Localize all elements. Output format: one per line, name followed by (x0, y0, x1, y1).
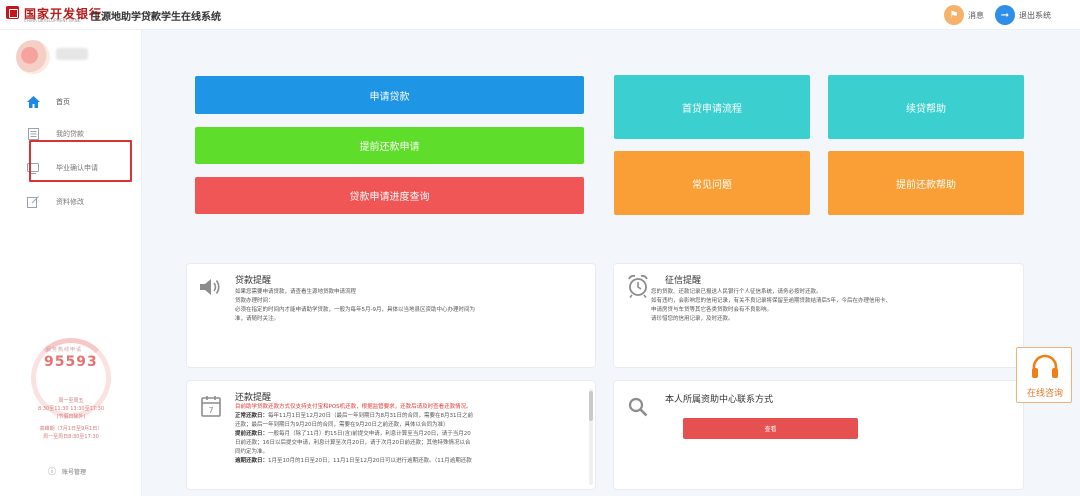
sidebar-item-home[interactable]: 首页 (26, 92, 136, 112)
card-line: 日前还款；16日以后提交申请，利息计算至次月20日，请于次月20日前还款；其他特… (235, 440, 471, 446)
logout-icon: ➞ (995, 5, 1015, 25)
service-hours-line: 高峰期（7月1日至9月1日） (39, 426, 103, 432)
account-management-link[interactable]: ⓘ 账号管理 (48, 466, 86, 477)
apply-loan-button[interactable]: 申请贷款 (195, 76, 584, 114)
faq-button[interactable]: 常见问题 (614, 151, 810, 215)
loan-reminder-card: 贷款提醒 如果您需要申请贷款，请查看生源地贷款申请流程 贷款办理时间： 必须在指… (186, 263, 596, 368)
service-hours-line: 周一至周日8:30至17:30 (43, 434, 99, 440)
repayment-reminder-card: 7 还款提醒 目前助学贷款还款方式仅支持支付宝和POS机还款，根据监管要求，还款… (186, 380, 596, 490)
edit-icon (26, 195, 40, 209)
sidebar-item-label: 首页 (56, 98, 70, 106)
first-loan-flow-button[interactable]: 首贷申请流程 (614, 75, 810, 139)
card-title: 贷款提醒 (235, 276, 272, 286)
sidebar-item-label: 我的贷款 (56, 130, 84, 138)
progress-query-button[interactable]: 贷款申请进度查询 (195, 177, 584, 214)
sidebar: 首页 我的贷款 毕业确认申请 资料修改 服务热线申请 95593 周一至周五 8… (0, 30, 142, 496)
hotline-label: 服务热线申请 (46, 347, 83, 353)
account-management-label: 账号管理 (62, 469, 87, 476)
card-scrollbar-thumb[interactable] (589, 391, 593, 421)
alarm-clock-icon (627, 274, 649, 302)
message-button[interactable]: ⚑ 消息 (944, 4, 984, 26)
card-line: 同约定为准。 (235, 449, 269, 455)
card-line: 如有违约，会影响您的信用记录，有关不良记录将保留至逾期贷款结清后5年，今后在办理… (651, 298, 892, 304)
service-hours-line: (节假日除外) (56, 414, 86, 420)
home-icon (26, 95, 40, 109)
card-line: 必须在指定的时间内才能申请助学贷款，一般为每年5月-9月，具体以当地县区资助中心… (235, 307, 475, 313)
card-title: 本人所属资助中心联系方式 (665, 395, 774, 405)
card-line: 如果您需要申请贷款，请查看生源地贷款申请流程 (235, 289, 357, 295)
avatar[interactable] (16, 40, 50, 74)
annotation-highlight-box (29, 140, 132, 182)
card-line: 逾期还款日：1月至10月的1日至20日，11月1日至12月20日可以进行逾期还款… (235, 458, 472, 464)
card-line: 还款；最后一年到期日为9月20日的合同，需要在9月20日之前还款，具体以合同为准… (235, 422, 449, 428)
calendar-icon: 7 (201, 395, 221, 421)
view-contact-button[interactable]: 查看 (683, 418, 858, 439)
card-title: 还款提醒 (235, 393, 272, 403)
card-line: 提前还款日：一般每月（除了11月）的15日(含)前提交申请，利息计算至当月20日… (235, 431, 471, 437)
logout-label: 退出系统 (1019, 10, 1051, 20)
card-title: 征信提醒 (665, 276, 702, 286)
hotline-number: 95593 (44, 354, 98, 370)
card-body: 如果您需要申请贷款，请查看生源地贷款申请流程 贷款办理时间： 必须在指定的时间内… (235, 288, 590, 324)
message-label: 消息 (968, 10, 984, 20)
card-body: 您的贷款、还款记录已报送人民银行个人征信系统，请务必按时还款。 如有违约，会影响… (651, 288, 1021, 324)
bank-logo-subtitle: CHINA DEVELOPMENT BANK (24, 18, 81, 23)
service-hours-line: 8:30至11:30 13:30至17:30 (37, 406, 105, 412)
credit-reminder-card: 征信提醒 您的贷款、还款记录已报送人民银行个人征信系统，请务必按时还款。 如有违… (613, 263, 1024, 368)
sidebar-item-label: 资料修改 (56, 198, 84, 206)
card-alert-line: 目前助学贷款还款方式仅支持支付宝和POS机还款，根据监管要求，还款后请及时查看还… (235, 404, 472, 410)
logout-button[interactable]: ➞ 退出系统 (995, 4, 1051, 26)
svg-text:7: 7 (208, 406, 213, 415)
card-line: 请珍惜您的信用记录，及时还款。 (651, 316, 734, 322)
card-line: 正常还款日：每年11月1日至12月20日（最后一年到期日为8月31日的合同，需要… (235, 413, 474, 419)
early-repay-help-button[interactable]: 提前还款帮助 (828, 151, 1024, 215)
speaker-icon (199, 278, 221, 300)
sidebar-item-edit-info[interactable]: 资料修改 (26, 192, 136, 212)
card-line: 您的贷款、还款记录已报送人民银行个人征信系统，请务必按时还款。 (651, 289, 822, 295)
online-consult-button[interactable]: 在线咨询 (1016, 347, 1072, 403)
top-header: 国家开发银行 CHINA DEVELOPMENT BANK 生源地助学贷款学生在… (0, 0, 1080, 30)
user-name-blurred (56, 48, 88, 60)
early-repay-button[interactable]: 提前还款申请 (195, 127, 584, 164)
bell-icon: ⚑ (944, 5, 964, 25)
info-icon: ⓘ (48, 467, 56, 476)
online-consult-label: 在线咨询 (1026, 389, 1063, 399)
card-line: 准，请随时关注。 (235, 316, 280, 322)
system-title: 生源地助学贷款学生在线系统 (91, 12, 221, 23)
list-icon (26, 127, 40, 141)
renew-help-button[interactable]: 续贷帮助 (828, 75, 1024, 139)
service-hours-line: 周一至周五 (58, 398, 84, 404)
bank-logo-icon (6, 6, 19, 19)
headset-icon (1031, 353, 1059, 381)
search-icon (628, 397, 648, 421)
card-body: 目前助学贷款还款方式仅支持支付宝和POS机还款，根据监管要求，还款后请及时查看还… (235, 403, 579, 466)
card-line: 申请房贷与车贷等其它各类贷款时会有不良影响。 (651, 307, 773, 313)
card-line: 贷款办理时间： (235, 298, 274, 304)
contact-card: 本人所属资助中心联系方式 查看 (613, 380, 1024, 490)
